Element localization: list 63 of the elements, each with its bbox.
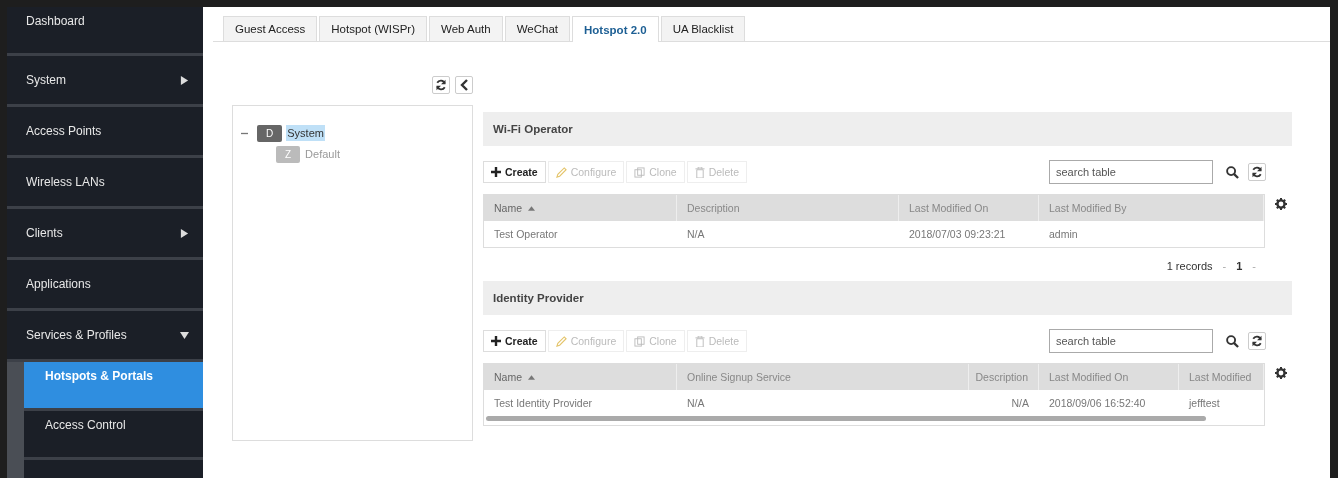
search-field[interactable]: search table [1049,160,1213,184]
section-header: Wi-Fi Operator [483,112,1292,146]
table-cell: 2018/07/03 09:23:21 [909,228,1006,240]
table-cell: admin [1049,228,1078,240]
refresh-button[interactable] [432,76,450,94]
table-cell: N/A [687,228,705,240]
refresh-icon [435,79,447,91]
tree-node[interactable]: Default [304,146,341,162]
page-number[interactable]: 1 [1236,260,1243,272]
column-header[interactable]: Last Modified On [899,195,1039,221]
refresh-icon [1251,166,1263,178]
tab[interactable]: Hotspot (WISPr) [319,16,428,41]
pencil-icon [555,166,567,178]
column-header[interactable]: Last Modified [1179,364,1264,390]
sort-up-icon [528,374,535,380]
tab[interactable]: Hotspot 2.0 [572,16,659,42]
search-field[interactable]: search table [1049,329,1213,353]
refresh-icon [1251,335,1263,347]
create-button[interactable]: Create [483,161,546,183]
refresh-button[interactable] [1248,163,1266,181]
table-cell: N/A [687,397,705,409]
copy-icon [634,166,646,178]
plus-icon [491,336,501,346]
sort-up-icon [528,205,535,211]
column-header[interactable]: Online Signup Service [677,364,969,390]
column-header[interactable]: Description [969,364,1039,390]
sidebar-subitem[interactable]: Access Control [24,411,203,460]
tab[interactable]: Guest Access [223,16,318,41]
scrollbar[interactable] [486,416,1206,421]
table-cell: Test Operator [494,228,558,240]
zone-badge: Z [276,145,301,163]
create-button[interactable]: Create [483,330,546,352]
table-cell: Test Identity Provider [494,397,593,409]
trash-icon [694,166,705,178]
copy-icon [634,335,646,347]
refresh-button[interactable] [1248,332,1266,350]
section-header: Identity Provider [483,281,1292,315]
tab[interactable]: Web Auth [429,16,503,41]
record-count: 1 records [1166,260,1213,272]
next-page-link[interactable]: - [1252,260,1256,272]
search-icon[interactable] [1226,334,1239,348]
pencil-icon [555,335,567,347]
search-icon[interactable] [1226,165,1239,179]
column-header[interactable]: Last Modified By [1039,195,1264,221]
tab[interactable]: WeChat [504,16,571,41]
collapse-button[interactable] [455,76,473,94]
chevron-left-icon [459,79,469,91]
table-cell: 2018/09/06 16:52:40 [1049,397,1146,409]
column-header[interactable]: Description [677,195,899,221]
tab[interactable]: UA Blacklist [660,16,746,41]
settings-icon[interactable] [1275,198,1287,210]
column-header[interactable]: Name [484,195,677,221]
previous-page-link[interactable]: - [1222,260,1227,272]
trash-icon [694,335,705,347]
column-header[interactable]: Name [484,364,677,390]
table-cell: N/A [1011,397,1029,409]
tree-node[interactable]: System [286,125,325,141]
domain-badge: D [257,124,283,142]
sidebar-subitem[interactable]: Hotspots & Portals [24,362,203,411]
settings-icon[interactable] [1275,367,1287,379]
table-cell: jefftest [1189,397,1220,409]
plus-icon [491,167,501,177]
column-header[interactable]: Last Modified On [1039,364,1179,390]
